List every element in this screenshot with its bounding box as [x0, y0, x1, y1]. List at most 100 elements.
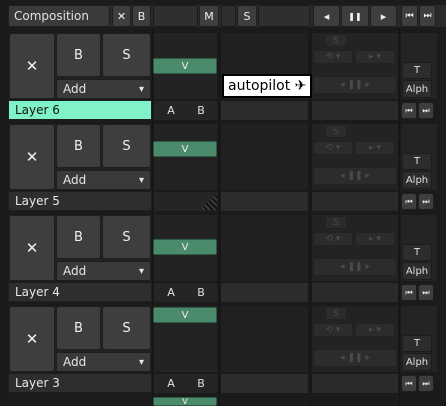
layer-loop-ghost: ⟲ ▾ — [313, 232, 353, 246]
layer-b-button[interactable]: B — [194, 286, 208, 299]
layer-transport-footer — [311, 100, 399, 121]
add-label: Add — [63, 82, 87, 96]
layer-video-button[interactable]: V — [153, 58, 217, 74]
layer-clip-footer — [220, 282, 309, 303]
next-layer-video-button[interactable]: V — [153, 397, 217, 406]
chevron-down-icon: ▾ — [138, 265, 144, 277]
layer-name-label[interactable]: Layer 4 — [8, 282, 152, 302]
layer-clip-area[interactable] — [220, 123, 309, 191]
layer-bypass-button[interactable]: B — [56, 124, 101, 168]
layer-transition-button[interactable]: T — [402, 62, 432, 79]
layer-clip-area[interactable] — [220, 305, 309, 373]
chevron-down-icon: ▾ — [138, 356, 144, 368]
layer-bypass-button[interactable]: B — [56, 215, 101, 259]
layer-clip-area[interactable] — [220, 214, 309, 282]
layer-a-button[interactable]: A — [164, 104, 178, 117]
layer-transition-button[interactable]: T — [402, 335, 432, 352]
layer-a-button[interactable]: A — [164, 377, 178, 390]
master-slider[interactable] — [153, 5, 198, 27]
layer-play-ghost: ▸ ▾ — [355, 50, 395, 64]
layer-close-button[interactable]: ✕ — [9, 215, 55, 281]
composition-mute-button[interactable]: M — [199, 5, 219, 27]
layer-transport-footer — [311, 191, 399, 212]
layer-skip-back-button[interactable]: ⏮ — [401, 102, 417, 119]
transport-skip-forward-button[interactable]: ⏭ — [419, 5, 436, 27]
add-label: Add — [63, 355, 87, 369]
composition-title[interactable]: Composition — [8, 5, 110, 27]
layer-crossfade-strip — [153, 282, 218, 303]
layer-skip-forward-button[interactable]: ⏭ — [418, 102, 434, 119]
layer-video-button[interactable]: V — [153, 239, 217, 255]
layer-video-button[interactable]: V — [153, 141, 217, 157]
layer-play-ghost: ▸ ▾ — [355, 323, 395, 337]
layer-skip-back-button[interactable]: ⏮ — [401, 284, 417, 301]
layer-alpha-button[interactable]: Alph — [402, 171, 432, 189]
layer-solo-ghost-button: S — [325, 216, 347, 229]
layer-solo-ghost-button: S — [325, 34, 347, 47]
layer-skip-forward-button[interactable]: ⏭ — [418, 284, 434, 301]
layer-play-ghost: ▸ ▾ — [355, 232, 395, 246]
add-label: Add — [63, 173, 87, 187]
layer-loop-ghost: ⟲ ▾ — [313, 141, 353, 155]
layer-solo-ghost-button: S — [325, 125, 347, 138]
layer-name-label[interactable]: Layer 6 — [8, 100, 152, 120]
layer-solo-button[interactable]: S — [102, 33, 151, 77]
layer-crossfade-strip — [153, 373, 218, 394]
add-label: Add — [63, 264, 87, 278]
layer-skip-back-button[interactable]: ⏮ — [401, 375, 417, 392]
layer-close-button[interactable]: ✕ — [9, 306, 55, 372]
layer-solo-ghost-button: S — [325, 307, 347, 320]
layer-skip-back-button[interactable]: ⏮ — [401, 193, 417, 210]
chevron-down-icon: ▾ — [138, 174, 144, 186]
layer-add-dropdown[interactable]: Add ▾ — [56, 170, 151, 190]
layer-close-button[interactable]: ✕ — [9, 124, 55, 190]
layer-skip-forward-button[interactable]: ⏭ — [418, 375, 434, 392]
layer-transition-button[interactable]: T — [402, 244, 432, 261]
layer-add-dropdown[interactable]: Add ▾ — [56, 261, 151, 281]
layer-name-label[interactable]: Layer 3 — [8, 373, 152, 393]
transport-pause-button[interactable]: ❚❚ — [341, 5, 369, 27]
transport-next-button[interactable]: ▸ — [370, 5, 397, 27]
layer-bypass-button[interactable]: B — [56, 306, 101, 350]
layer-name-label[interactable]: Layer 5 — [8, 191, 152, 211]
layer-alpha-button[interactable]: Alph — [402, 262, 432, 280]
layer-crossfade-strip — [153, 100, 218, 121]
layer-loop-ghost: ⟲ ▾ — [313, 50, 353, 64]
layer-b-button[interactable]: B — [194, 377, 208, 390]
transport-skip-back-button[interactable]: ⏮ — [401, 5, 418, 27]
layer-loop-ghost: ⟲ ▾ — [313, 323, 353, 337]
layer-alpha-button[interactable]: Alph — [402, 353, 432, 371]
layer-transport-ghost: ◂ ❚❚ ▸ — [313, 349, 397, 367]
layer-opacity-area[interactable] — [153, 123, 218, 191]
layer-transport-footer — [311, 282, 399, 303]
layer-solo-button[interactable]: S — [102, 124, 151, 168]
composition-close-button[interactable]: ✕ — [112, 5, 131, 27]
layer-clip-footer — [220, 100, 309, 121]
layer-add-dropdown[interactable]: Add ▾ — [56, 352, 151, 372]
autopilot-tooltip: autopilot ✈ — [222, 74, 313, 98]
layer-transport-ghost: ◂ ❚❚ ▸ — [313, 167, 397, 185]
layer-transition-button[interactable]: T — [402, 153, 432, 170]
layer-clip-footer — [220, 191, 309, 212]
header-spacer — [221, 5, 236, 27]
transport-prev-button[interactable]: ◂ — [313, 5, 340, 27]
layer-play-ghost: ▸ ▾ — [355, 141, 395, 155]
layer-close-button[interactable]: ✕ — [9, 33, 55, 99]
chevron-down-icon: ▾ — [138, 83, 144, 95]
layer-transport-ghost: ◂ ❚❚ ▸ — [313, 258, 397, 276]
layer-a-button[interactable]: A — [164, 286, 178, 299]
composition-bypass-button[interactable]: B — [132, 5, 151, 27]
layer-transport-footer — [311, 373, 399, 394]
layer-solo-button[interactable]: S — [102, 215, 151, 259]
layer-solo-button[interactable]: S — [102, 306, 151, 350]
layer-clip-footer — [220, 373, 309, 394]
header-spacer-2 — [258, 5, 310, 27]
layer-add-dropdown[interactable]: Add ▾ — [56, 79, 151, 99]
composition-solo-button[interactable]: S — [237, 5, 257, 27]
layer-skip-forward-button[interactable]: ⏭ — [418, 193, 434, 210]
layer-transport-ghost: ◂ ❚❚ ▸ — [313, 76, 397, 94]
layer-bypass-button[interactable]: B — [56, 33, 101, 77]
layer-video-button[interactable]: V — [153, 307, 217, 323]
layer-b-button[interactable]: B — [194, 104, 208, 117]
layer-alpha-button[interactable]: Alph — [402, 80, 432, 98]
